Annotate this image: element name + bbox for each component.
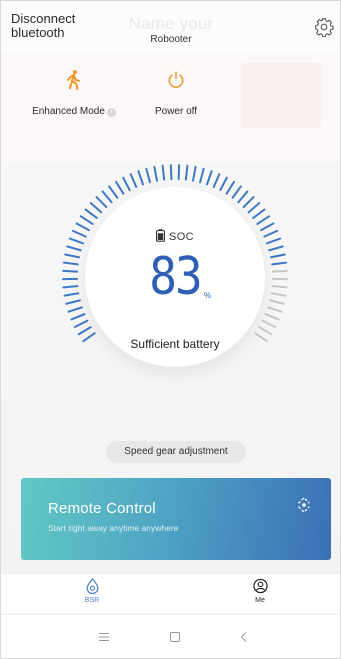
walking-person-icon xyxy=(67,70,80,91)
droplet-icon xyxy=(86,578,98,594)
decorative-panel xyxy=(241,63,321,128)
battery-status: Sufficient battery xyxy=(130,337,220,351)
gauge-tick-filled xyxy=(101,190,113,204)
gauge-tick-empty xyxy=(267,306,283,313)
battery-gauge: SOC 83 % Sufficient battery xyxy=(59,161,291,393)
gauge-tick-filled xyxy=(252,208,266,219)
device-name-prompt[interactable]: Name your xyxy=(116,14,226,34)
gauge-tick-filled xyxy=(192,165,197,182)
gauge-tick-filled xyxy=(184,164,189,181)
top-bar: Disconnect bluetooth Name your Robooter xyxy=(1,1,340,53)
gauge-tick-filled xyxy=(237,190,249,204)
home-icon[interactable] xyxy=(168,630,182,644)
device-name: Robooter xyxy=(150,34,192,45)
battery-icon xyxy=(155,229,165,242)
gear-icon[interactable] xyxy=(314,17,334,37)
system-navigation-bar xyxy=(1,614,340,658)
enhanced-mode-label: Enhanced Mode xyxy=(32,106,105,117)
gauge-tick-filled xyxy=(67,306,83,313)
soc-label: SOC xyxy=(168,231,195,243)
remote-control-subtitle: Start right away anytime anywhere xyxy=(48,523,179,533)
gauge-tick-empty xyxy=(264,313,280,321)
gauge-tick-filled xyxy=(219,176,228,192)
gauge-tick-filled xyxy=(161,164,166,181)
gauge-tick-filled xyxy=(242,196,255,209)
gauge-tick-filled xyxy=(199,167,205,184)
power-off-button[interactable]: Power off xyxy=(141,69,211,119)
gauge-tick-filled xyxy=(108,185,119,199)
app-screen: Disconnect bluetooth Name your Robooter … xyxy=(0,0,341,659)
speed-gear-adjustment-button[interactable]: Speed gear adjustment xyxy=(106,441,246,463)
enhanced-mode-button[interactable]: Enhanced Mode i xyxy=(19,69,129,119)
power-icon xyxy=(168,71,184,88)
gauge-tick-filled xyxy=(95,196,108,209)
gauge-tick-filled xyxy=(137,170,144,186)
gauge-tick-filled xyxy=(77,326,92,336)
user-circle-icon xyxy=(252,578,268,594)
disconnect-bluetooth-button[interactable]: Disconnect bluetooth xyxy=(11,12,93,40)
remote-control-card[interactable]: Remote Control Start right away anytime … xyxy=(21,478,331,560)
remote-target-icon xyxy=(298,497,310,513)
tab-bsr[interactable]: BSR xyxy=(62,578,122,604)
gauge-tick-filled xyxy=(256,215,271,225)
gauge-tick-filled xyxy=(73,319,89,329)
gauge-tick-filled xyxy=(129,173,138,188)
gauge-tick-filled xyxy=(225,180,235,195)
soc-unit: % xyxy=(204,291,212,300)
gauge-tick-filled xyxy=(122,176,131,192)
tab-bsr-label: BSR xyxy=(84,597,100,604)
gauge-tick-empty xyxy=(261,319,277,329)
gauge-tick-empty xyxy=(258,326,273,336)
gauge-tick-filled xyxy=(89,202,103,214)
gauge-tick-filled xyxy=(169,164,173,181)
mode-panel: Enhanced Mode i Power off xyxy=(1,53,340,163)
gauge-tick-filled xyxy=(79,215,94,225)
gauge-tick-filled xyxy=(115,180,125,195)
soc-value: 83 xyxy=(149,246,202,307)
tab-me-label: Me xyxy=(255,597,265,604)
gauge-tick-filled xyxy=(145,167,151,184)
power-off-label: Power off xyxy=(154,106,198,117)
gauge-tick-filled xyxy=(231,185,242,199)
gauge-tick-filled xyxy=(70,313,86,321)
info-icon[interactable]: i xyxy=(106,108,116,117)
back-icon[interactable] xyxy=(237,630,251,644)
menu-icon[interactable] xyxy=(97,630,111,644)
remote-control-title: Remote Control xyxy=(48,500,156,517)
tab-me[interactable]: Me xyxy=(230,578,290,604)
gauge-tick-filled xyxy=(212,173,221,188)
gauge-tick-filled xyxy=(153,165,158,182)
gauge-tick-filled xyxy=(247,202,261,214)
gauge-tick-filled xyxy=(177,164,181,181)
gauge-tick-filled xyxy=(206,170,213,186)
soc-label-row: SOC xyxy=(59,229,291,243)
bottom-tab-bar: BSR Me xyxy=(1,573,340,613)
gauge-tick-filled xyxy=(84,208,98,219)
